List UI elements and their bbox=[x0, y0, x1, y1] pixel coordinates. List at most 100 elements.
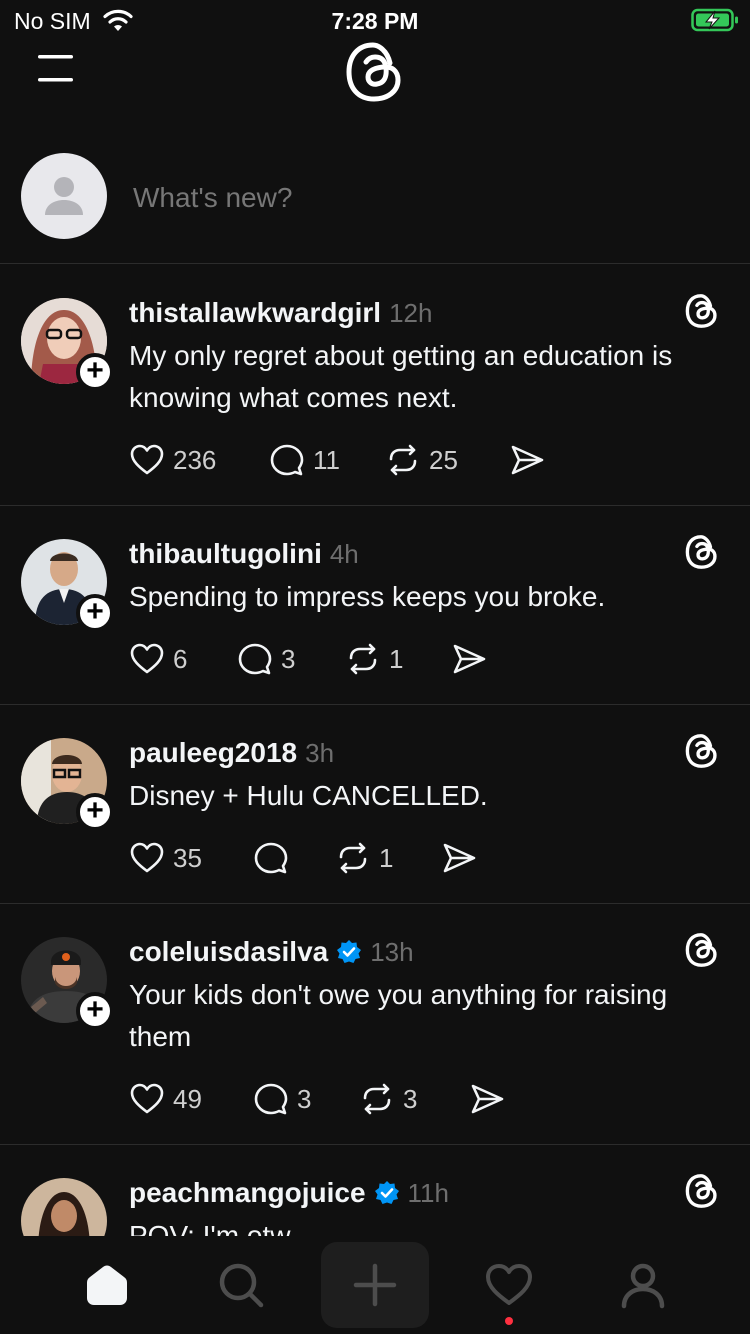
threads-icon[interactable] bbox=[684, 1173, 720, 1209]
reply-count: 3 bbox=[281, 643, 296, 674]
repost-count: 1 bbox=[379, 842, 394, 873]
tab-home[interactable] bbox=[53, 1242, 161, 1328]
share-button[interactable] bbox=[509, 442, 545, 478]
post-time: 3h bbox=[305, 737, 335, 768]
threads-icon[interactable] bbox=[684, 932, 720, 968]
new-thread-input[interactable] bbox=[133, 178, 693, 218]
post-username[interactable]: thistallawkwardgirl bbox=[129, 297, 381, 329]
tab-activity[interactable] bbox=[455, 1242, 563, 1328]
like-button[interactable]: 35 bbox=[129, 840, 253, 876]
post-username[interactable]: pauleeg2018 bbox=[129, 737, 297, 769]
comment-icon bbox=[238, 643, 272, 675]
like-button[interactable]: 49 bbox=[129, 1081, 253, 1117]
tab-compose[interactable] bbox=[321, 1242, 429, 1328]
post-time: 13h bbox=[370, 936, 414, 967]
send-icon bbox=[471, 1084, 504, 1114]
like-button[interactable]: 236 bbox=[129, 442, 269, 478]
repost-button[interactable]: 3 bbox=[359, 1081, 469, 1117]
threads-icon[interactable] bbox=[684, 733, 720, 769]
reply-button[interactable]: 3 bbox=[237, 641, 345, 677]
follow-plus-button[interactable]: + bbox=[76, 793, 114, 831]
repost-button[interactable]: 1 bbox=[345, 641, 451, 677]
repost-count: 25 bbox=[429, 444, 458, 475]
tab-search[interactable] bbox=[187, 1242, 295, 1328]
share-button[interactable] bbox=[469, 1081, 505, 1117]
post-text: POV: I'm otw bbox=[129, 1220, 291, 1236]
notification-dot bbox=[505, 1317, 513, 1325]
avatar[interactable] bbox=[21, 153, 107, 239]
post-username[interactable]: peachmangojuice bbox=[129, 1177, 366, 1209]
threads-logo-icon[interactable] bbox=[343, 40, 407, 104]
repost-icon bbox=[349, 643, 377, 675]
reply-button[interactable]: 3 bbox=[253, 1081, 359, 1117]
repost-button[interactable]: 1 bbox=[335, 840, 441, 876]
comment-icon bbox=[254, 1083, 288, 1115]
reply-button[interactable] bbox=[253, 840, 335, 876]
menu-icon[interactable] bbox=[36, 52, 76, 84]
like-count: 236 bbox=[173, 444, 217, 475]
share-button[interactable] bbox=[451, 641, 487, 677]
composer bbox=[0, 130, 750, 264]
thread-post[interactable]: + coleluisdasilva 13h Your kids don't ow… bbox=[0, 904, 750, 1145]
thread-post[interactable]: peachmangojuice 11h POV: I'm otw bbox=[0, 1145, 750, 1236]
like-button[interactable]: 6 bbox=[129, 641, 237, 677]
verified-badge-icon bbox=[374, 1181, 399, 1204]
reply-count: 11 bbox=[313, 444, 340, 475]
post-avatar[interactable]: + bbox=[21, 738, 114, 831]
post-avatar[interactable]: + bbox=[21, 539, 114, 632]
repost-icon bbox=[363, 1083, 391, 1115]
threads-icon[interactable] bbox=[684, 293, 720, 329]
post-actions: 35 1 bbox=[129, 838, 477, 878]
post-text: My only regret about getting an educatio… bbox=[129, 340, 673, 413]
reply-count: 3 bbox=[297, 1083, 312, 1114]
heart-icon bbox=[130, 1083, 164, 1114]
like-count: 35 bbox=[173, 842, 202, 873]
follow-plus-button[interactable]: + bbox=[76, 353, 114, 391]
post-username[interactable]: coleluisdasilva bbox=[129, 936, 328, 968]
repost-icon bbox=[339, 842, 367, 874]
user-silhouette-icon bbox=[45, 177, 83, 215]
post-time: 11h bbox=[407, 1177, 449, 1208]
heart-icon bbox=[130, 444, 164, 475]
heart-icon bbox=[486, 1264, 532, 1305]
repost-count: 1 bbox=[389, 643, 404, 674]
verified-badge-icon bbox=[337, 940, 362, 963]
post-avatar[interactable]: + bbox=[21, 937, 114, 1030]
repost-button[interactable]: 25 bbox=[385, 442, 509, 478]
post-text: Your kids don't owe you anything for rai… bbox=[129, 979, 668, 1052]
threads-icon[interactable] bbox=[684, 534, 720, 570]
tab-profile[interactable] bbox=[589, 1242, 697, 1328]
repost-count: 3 bbox=[403, 1083, 418, 1114]
send-icon bbox=[443, 843, 476, 873]
send-icon bbox=[453, 644, 486, 674]
bottom-tab-bar bbox=[0, 1236, 750, 1334]
avatar-photo bbox=[21, 1178, 107, 1236]
follow-plus-button[interactable]: + bbox=[76, 992, 114, 1030]
thread-post[interactable]: + thistallawkwardgirl 12h My only regret… bbox=[0, 265, 750, 506]
plus-icon bbox=[353, 1263, 397, 1307]
like-count: 6 bbox=[173, 643, 188, 674]
post-time: 12h bbox=[389, 297, 433, 328]
post-avatar[interactable]: + bbox=[21, 298, 114, 391]
comment-icon bbox=[270, 444, 304, 476]
heart-icon bbox=[130, 842, 164, 873]
thread-post[interactable]: + thibaultugolini 4h Spending to impress… bbox=[0, 506, 750, 705]
post-text: Disney + Hulu CANCELLED. bbox=[129, 780, 488, 811]
post-username[interactable]: thibaultugolini bbox=[129, 538, 322, 570]
post-time: 4h bbox=[329, 538, 359, 569]
follow-plus-button[interactable]: + bbox=[76, 594, 114, 632]
battery-charging-icon bbox=[691, 8, 738, 32]
person-icon bbox=[621, 1263, 665, 1309]
comment-icon bbox=[254, 842, 288, 874]
reply-button[interactable]: 11 bbox=[269, 442, 385, 478]
avatar bbox=[21, 1178, 107, 1236]
status-bar: No SIM 7:28 PM bbox=[0, 0, 750, 40]
like-count: 49 bbox=[173, 1083, 202, 1114]
thread-post[interactable]: + pauleeg2018 3h Disney + Hulu CANCELLED… bbox=[0, 705, 750, 904]
home-icon bbox=[87, 1265, 127, 1305]
post-actions: 6 3 1 bbox=[129, 639, 487, 679]
share-button[interactable] bbox=[441, 840, 477, 876]
heart-icon bbox=[130, 643, 164, 674]
post-actions: 236 11 25 bbox=[129, 440, 545, 480]
post-avatar[interactable] bbox=[21, 1178, 109, 1236]
